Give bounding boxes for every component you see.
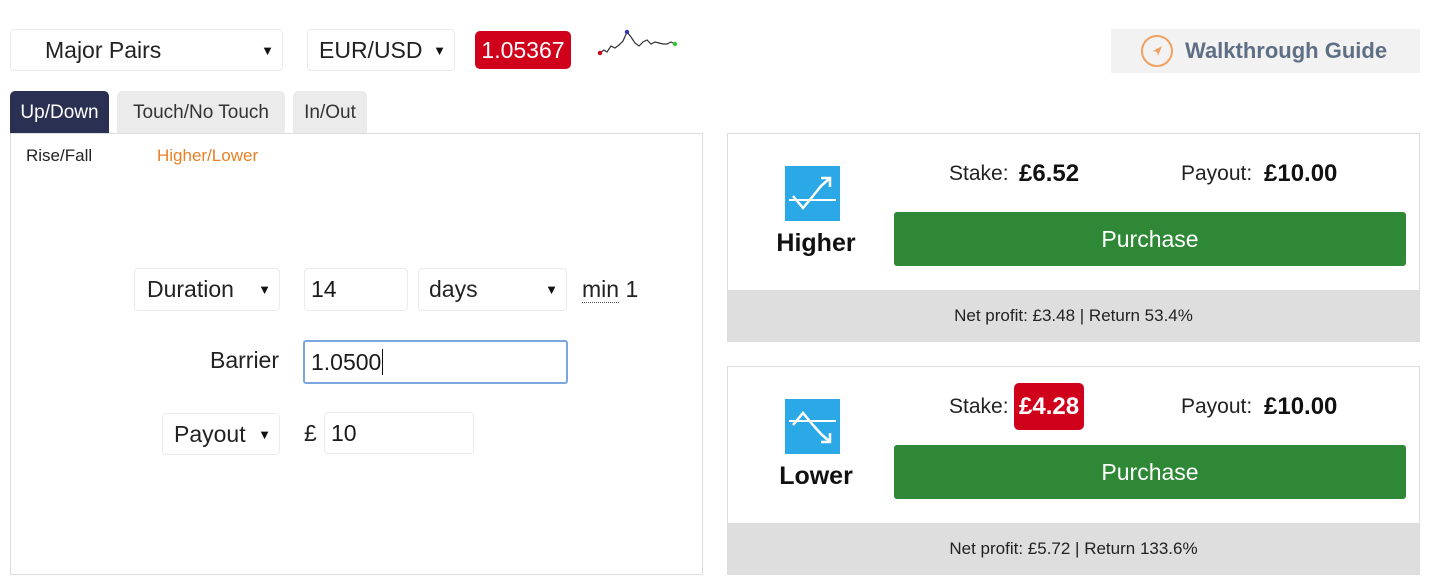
barrier-value: 1.0500 [311, 348, 382, 375]
sparkline-end-point [672, 41, 678, 47]
contract-summary: Net profit: £5.72 | Return 133.6% [728, 523, 1419, 574]
symbol-select-value: EUR/USD [319, 36, 423, 63]
text-cursor [382, 349, 384, 375]
walkthrough-guide-button[interactable]: Walkthrough Guide [1111, 29, 1420, 73]
tab-touch-no-touch[interactable]: Touch/No Touch [117, 91, 285, 134]
duration-unit-value: days [429, 276, 478, 302]
duration-minimum-label: min 1 [582, 276, 638, 303]
market-select[interactable]: Major Pairs ▼ [10, 29, 283, 71]
contract-type-label: Lower [779, 462, 853, 490]
payout-label: Payout: [1181, 395, 1253, 418]
sparkline-high-point [624, 29, 630, 35]
duration-unit-select[interactable]: days ▼ [418, 268, 567, 311]
tab-in-out[interactable]: In/Out [293, 91, 367, 134]
compass-arrow-icon [1141, 35, 1173, 67]
duration-type-select[interactable]: Duration ▼ [134, 268, 280, 311]
spot-price-badge: 1.05367 [475, 31, 571, 69]
contract-card-higher: Higher Stake: £6.52 Payout: £10.00 Purch… [727, 133, 1420, 342]
trend-down-icon [785, 399, 840, 454]
duration-amount-input[interactable]: 14 [304, 268, 408, 311]
walkthrough-guide-label: Walkthrough Guide [1185, 38, 1388, 63]
purchase-higher-button[interactable]: Purchase [894, 212, 1406, 266]
amount-type-select[interactable]: Payout ▼ [162, 413, 280, 455]
purchase-lower-button[interactable]: Purchase [894, 445, 1406, 499]
contract-summary: Net profit: £3.48 | Return 53.4% [728, 290, 1419, 341]
tab-up-down[interactable]: Up/Down [10, 91, 109, 134]
chevron-down-icon: ▼ [433, 42, 446, 58]
min-value: 1 [625, 276, 639, 302]
stake-label: Stake: [949, 162, 1009, 185]
sparkline-start-point [597, 50, 603, 56]
trend-up-icon [785, 166, 840, 221]
currency-symbol: £ [304, 420, 317, 446]
payout-amount-input[interactable]: 10 [324, 412, 474, 454]
duration-type-value: Duration [147, 276, 234, 302]
chevron-down-icon: ▼ [258, 426, 271, 442]
barrier-label: Barrier [210, 347, 280, 373]
market-select-value: Major Pairs [45, 36, 162, 63]
payout-value: £10.00 [1264, 393, 1338, 420]
stake-value: £6.52 [1019, 160, 1080, 187]
price-sparkline [597, 29, 678, 56]
min-abbreviation: min [582, 276, 620, 303]
symbol-select[interactable]: EUR/USD ▼ [307, 29, 455, 71]
stake-label: Stake: [949, 395, 1009, 418]
chevron-down-icon: ▼ [545, 282, 558, 297]
amount-type-value: Payout [174, 420, 246, 447]
stake-value-highlighted: £4.28 [1014, 383, 1085, 430]
chevron-down-icon: ▼ [258, 282, 271, 297]
contract-card-lower: Lower Stake: £4.28 Payout: £10.00 Purcha… [727, 366, 1420, 575]
chevron-down-icon: ▼ [261, 42, 274, 58]
subtab-higher-lower[interactable]: Higher/Lower [157, 146, 258, 166]
payout-label: Payout: [1181, 162, 1253, 185]
subtab-rise-fall[interactable]: Rise/Fall [26, 146, 92, 166]
barrier-input[interactable]: 1.0500 [303, 340, 568, 384]
payout-value: £10.00 [1264, 160, 1338, 187]
contract-type-label: Higher [776, 229, 856, 257]
